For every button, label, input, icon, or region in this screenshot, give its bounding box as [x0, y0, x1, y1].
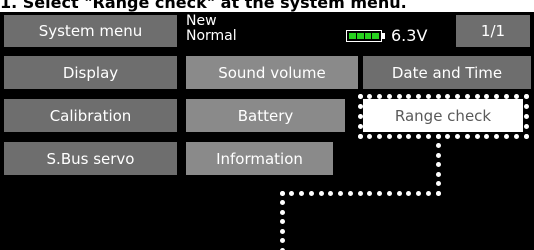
callout-dot [279, 238, 285, 243]
callout-dot [396, 133, 402, 139]
callout-dot [406, 93, 412, 99]
callout-dot [474, 93, 480, 99]
callout-dot [416, 190, 421, 196]
callout-dot [386, 133, 392, 139]
callout-dot [338, 190, 343, 196]
callout-dot [357, 113, 363, 119]
callout-dot [328, 190, 334, 196]
callout-dot [279, 228, 285, 234]
callout-dot [435, 171, 441, 177]
sbus-servo-button[interactable]: S.Bus servo [4, 142, 177, 175]
callout-dot [416, 133, 422, 139]
callout-dot [308, 190, 314, 196]
callout-dot [435, 152, 441, 158]
callout-dot [279, 200, 285, 205]
callout-dot [396, 93, 402, 99]
callout-dot [464, 133, 470, 139]
callout-dot [377, 190, 382, 196]
callout-dot [425, 133, 431, 139]
callout-dot [445, 133, 451, 139]
callout-dot [357, 133, 363, 139]
callout-dot [279, 190, 285, 196]
callout-dot [367, 93, 373, 99]
battery-voltage: 6.3V [391, 26, 428, 45]
sound-volume-button[interactable]: Sound volume [186, 56, 358, 89]
callout-dot [435, 162, 441, 167]
callout-dot [464, 93, 470, 99]
callout-dot [289, 190, 295, 196]
system-menu-title[interactable]: System menu [4, 15, 177, 47]
callout-dot [425, 93, 431, 99]
callout-dot [367, 190, 373, 196]
callout-dot [386, 93, 392, 99]
instruction-caption: 1. Select "Range check" at the system me… [0, 0, 407, 12]
callout-dot [484, 93, 490, 99]
display-button[interactable]: Display [4, 56, 177, 89]
callout-dot [318, 190, 324, 196]
callout-dot [406, 133, 412, 139]
callout-dot [523, 123, 529, 129]
callout-dot [357, 123, 363, 129]
callout-dot [503, 93, 509, 99]
callout-dot [279, 209, 285, 215]
callout-dot [503, 133, 509, 139]
callout-dot [435, 143, 441, 148]
callout-dot [435, 190, 441, 196]
model-name: New [186, 13, 217, 29]
callout-dot [523, 93, 529, 99]
battery-button[interactable]: Battery [186, 99, 345, 132]
calibration-button[interactable]: Calibration [4, 99, 177, 132]
page-indicator[interactable]: 1/1 [456, 15, 530, 47]
transmitter-screen: System menu New Normal 6.3V 1/1 Display … [0, 12, 534, 250]
callout-dot [357, 93, 363, 99]
callout-dot [367, 133, 373, 139]
callout-dot [406, 190, 412, 196]
callout-dot [425, 190, 431, 196]
callout-dot [357, 103, 363, 109]
callout-dot [523, 103, 529, 109]
callout-dot [396, 190, 402, 196]
battery-icon [346, 30, 386, 44]
callout-dot [445, 93, 451, 99]
callout-dot [523, 133, 529, 139]
date-and-time-button[interactable]: Date and Time [363, 56, 531, 89]
callout-dot [455, 93, 461, 99]
callout-dot [377, 133, 383, 139]
callout-dot [357, 190, 363, 196]
callout-dot [474, 133, 480, 139]
callout-dot [513, 93, 519, 99]
callout-dot [455, 133, 461, 139]
callout-dot [435, 133, 441, 139]
callout-dot [494, 133, 500, 139]
callout-dot [377, 93, 383, 99]
callout-dot [523, 113, 529, 119]
callout-dot [347, 190, 353, 196]
model-mode: Normal [186, 28, 237, 44]
callout-dot [386, 190, 392, 196]
callout-dot [299, 190, 304, 196]
information-button[interactable]: Information [186, 142, 333, 175]
range-check-button[interactable]: Range check [363, 99, 523, 132]
callout-dot [279, 219, 285, 224]
callout-dot [435, 181, 441, 186]
callout-dot [416, 93, 422, 99]
callout-dot [435, 93, 441, 99]
callout-dot [494, 93, 500, 99]
callout-dot [484, 133, 490, 139]
callout-dot [513, 133, 519, 139]
